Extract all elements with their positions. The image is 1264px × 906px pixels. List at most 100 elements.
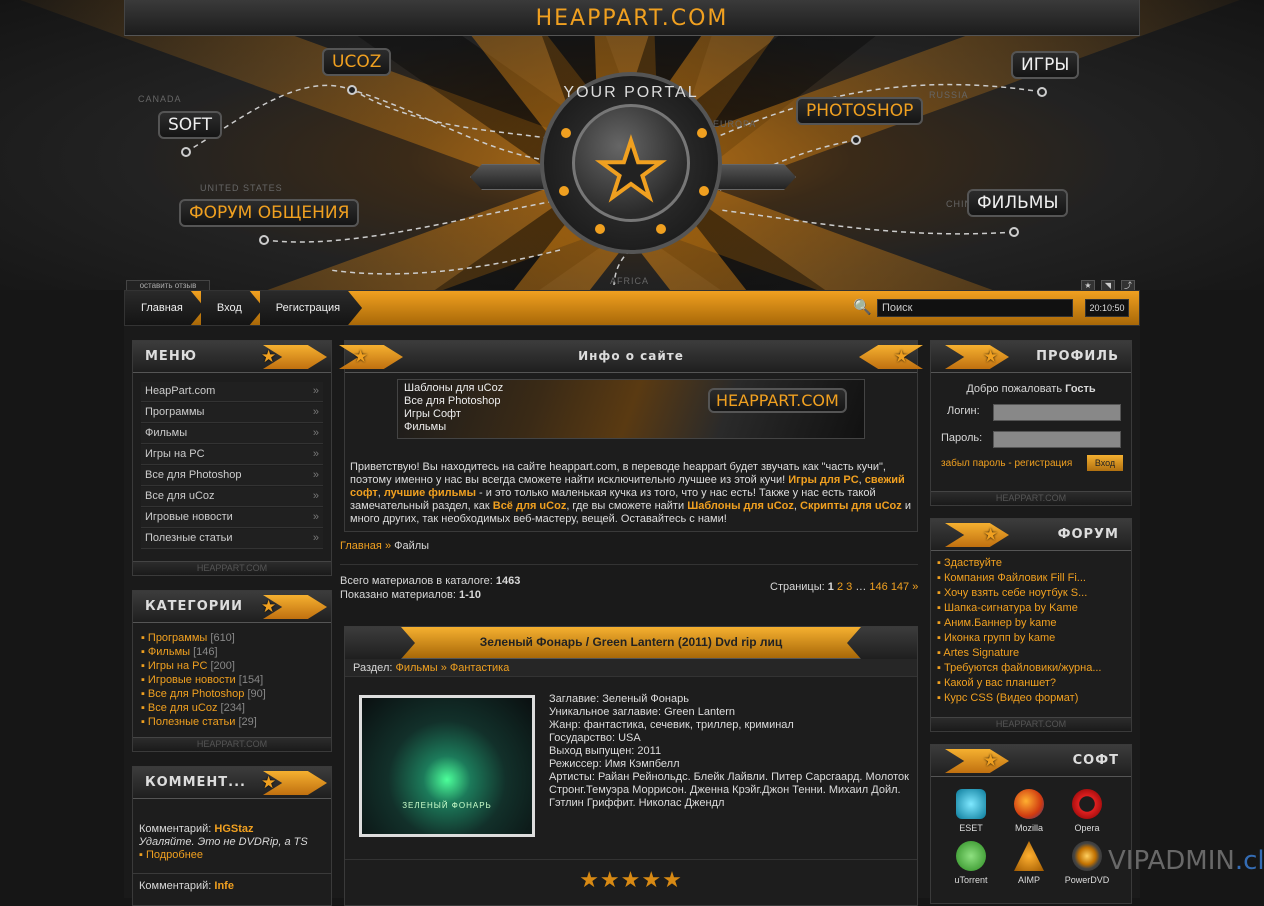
- menu-item[interactable]: Все для Photoshop: [141, 466, 323, 486]
- rating-stars[interactable]: ★★★★★: [345, 867, 917, 893]
- forum-topic[interactable]: ▪ Аним.Баннер by kame: [937, 616, 1125, 631]
- bullet-icon: ▪: [937, 647, 941, 659]
- aimp-icon: [1014, 841, 1044, 871]
- forum-topic[interactable]: ▪ Здаствуйте: [937, 556, 1125, 571]
- categories-block: КАТЕГОРИИ ★ ▪ Программы [610] ▪ Фильмы [14…: [132, 590, 332, 752]
- menu-item[interactable]: Игровые новости: [141, 508, 323, 528]
- site-title[interactable]: HEAPPART.COM: [125, 6, 1139, 31]
- forum-block: ★ ФОРУМ ▪ Здаствуйте ▪ Компания Файловик…: [930, 518, 1132, 732]
- article-details: Заглавие: Зеленый Фонарь Уникальное загл…: [549, 693, 913, 810]
- emblem-dot: [595, 224, 605, 234]
- portal-emblem: YOUR PORTAL ★: [540, 72, 722, 254]
- category-item[interactable]: ▪ Фильмы [146]: [141, 645, 323, 659]
- info-banner[interactable]: Шаблоны для uCoz Все для Photoshop Игры …: [397, 379, 865, 439]
- link-ucoz[interactable]: Всё для uCoz: [493, 500, 567, 512]
- category-item[interactable]: ▪ Полезные статьи [29]: [141, 715, 323, 729]
- categories-title: КАТЕГОРИИ: [145, 599, 244, 614]
- page-link[interactable]: 146: [869, 581, 887, 593]
- menu-item[interactable]: HeapPart.com: [141, 382, 323, 402]
- page-link[interactable]: 2: [837, 581, 843, 593]
- soft-item-aimp[interactable]: AIMP: [1001, 841, 1057, 885]
- site-header: YOUR PORTAL ★ CANADA UNITED STATES EUROP…: [0, 0, 1264, 290]
- profile-block: ★ ПРОФИЛЬ Добро пожаловать Гость Логин: …: [930, 340, 1132, 506]
- pagination: Страницы: 1 2 3 … 146 147 »: [770, 581, 919, 593]
- menu-item[interactable]: Все для uCoz: [141, 487, 323, 507]
- password-input[interactable]: [993, 431, 1121, 448]
- search-input[interactable]: [877, 299, 1073, 317]
- map-label: RUSSIA: [929, 90, 969, 100]
- article-header: Зеленый Фонарь / Green Lantern (2011) Dv…: [345, 627, 917, 659]
- menu-item[interactable]: Игры на PC: [141, 445, 323, 465]
- section-link[interactable]: Фильмы: [395, 662, 437, 674]
- bullet-icon: ▪: [141, 674, 145, 686]
- menu-item[interactable]: Полезные статьи: [141, 529, 323, 549]
- forum-topic[interactable]: ▪ Какой у вас планшет?: [937, 676, 1125, 691]
- soft-item-opera[interactable]: Opera: [1059, 789, 1115, 833]
- forum-topic[interactable]: ▪ Компания Файловик Fill Fi...: [937, 571, 1125, 586]
- nav-home[interactable]: Главная: [125, 291, 205, 325]
- comment-more-link[interactable]: Подробнее: [146, 849, 203, 861]
- comments-block: КОММЕНТ... ★ Комментарий: HGStaz Удаляйт…: [132, 766, 332, 906]
- comment-author[interactable]: HGStaz: [214, 823, 253, 835]
- nav-login[interactable]: Вход: [201, 291, 264, 325]
- menu-item[interactable]: Фильмы: [141, 424, 323, 444]
- password-label: Пароль:: [941, 432, 983, 444]
- detail-line: Жанр: фантастика, сечевик, триллер, крим…: [549, 719, 794, 731]
- clock: 20:10:50: [1085, 299, 1129, 317]
- login-input[interactable]: [993, 404, 1121, 421]
- bullet-icon: ▪: [937, 632, 941, 644]
- section-link[interactable]: Фантастика: [450, 662, 509, 674]
- bubble-films[interactable]: ФИЛЬМЫ: [967, 189, 1069, 217]
- search-icon[interactable]: 🔍: [853, 298, 872, 316]
- comment-item: Комментарий: HGStaz Удаляйте. Это не DVD…: [133, 799, 331, 862]
- bullet-icon: ▪: [141, 632, 145, 644]
- bubble-games[interactable]: ИГРЫ: [1011, 51, 1080, 79]
- firefox-icon: [1014, 789, 1044, 819]
- star-icon: ★: [983, 347, 999, 367]
- bubble-forum[interactable]: ФОРУМ ОБЩЕНИЯ: [179, 199, 360, 227]
- link-ucoz-scripts[interactable]: Скрипты для uCoz: [800, 500, 902, 512]
- menu-item[interactable]: Программы: [141, 403, 323, 423]
- bubble-soft[interactable]: SOFT: [158, 111, 223, 139]
- detail-line: Выход выпущен: 2011: [549, 745, 662, 757]
- forum-topic[interactable]: ▪ Шапка-сигнатура by Kame: [937, 601, 1125, 616]
- profile-title: ПРОФИЛЬ: [1036, 349, 1119, 364]
- soft-item-eset[interactable]: ESET: [943, 789, 999, 833]
- emblem-dot: [699, 186, 709, 196]
- banner-line: Фильмы: [404, 421, 447, 433]
- forum-topic[interactable]: ▪ Artes Signature: [937, 646, 1125, 661]
- breadcrumb-home[interactable]: Главная: [340, 540, 382, 552]
- link-ucoz-templates[interactable]: Шаблоны для uCoz: [687, 500, 794, 512]
- movie-poster[interactable]: ЗЕЛЕНЫЙ ФОНАРЬ: [359, 695, 535, 837]
- category-item[interactable]: ▪ Все для Photoshop [90]: [141, 687, 323, 701]
- comment-author[interactable]: Infe: [214, 880, 234, 892]
- page-link[interactable]: 147: [891, 581, 909, 593]
- login-button[interactable]: Вход: [1087, 455, 1123, 471]
- forgot-register-link[interactable]: забыл пароль - регистрация: [941, 458, 1072, 469]
- bullet-icon: ▪: [141, 660, 145, 672]
- soft-item-mozilla[interactable]: Mozilla: [1001, 789, 1057, 833]
- forum-topic[interactable]: ▪ Иконка групп by kame: [937, 631, 1125, 646]
- soft-item-utorrent[interactable]: uTorrent: [943, 841, 999, 885]
- forum-topic[interactable]: ▪ Требуются файловики/журна...: [937, 661, 1125, 676]
- forum-topic[interactable]: ▪ Хочу взять себе ноутбук S...: [937, 586, 1125, 601]
- link-films[interactable]: лучшие фильмы: [384, 487, 476, 499]
- route-dot: [1037, 87, 1047, 97]
- bubble-photoshop[interactable]: PHOTOSHOP: [796, 97, 924, 125]
- category-item[interactable]: ▪ Игры на PC [200]: [141, 659, 323, 673]
- watermark: VIPADMIN.club: [1108, 846, 1264, 876]
- category-item[interactable]: ▪ Игровые новости [154]: [141, 673, 323, 687]
- article-title[interactable]: Зеленый Фонарь / Green Lantern (2011) Dv…: [345, 635, 917, 649]
- bullet-icon: ▪: [937, 617, 941, 629]
- link-games[interactable]: Игры для PC: [788, 474, 858, 486]
- bullet-icon: ▪: [141, 646, 145, 658]
- soft-item-powerdvd[interactable]: PowerDVD: [1059, 841, 1115, 885]
- category-item[interactable]: ▪ Программы [610]: [141, 631, 323, 645]
- page-link[interactable]: 3: [846, 581, 852, 593]
- nav-register[interactable]: Регистрация: [260, 291, 362, 325]
- page-next[interactable]: »: [912, 581, 918, 593]
- main-nav: Главная Вход Регистрация 🔍 20:10:50: [124, 290, 1140, 326]
- bubble-ucoz[interactable]: UCOZ: [322, 48, 392, 76]
- category-item[interactable]: ▪ Все для uCoz [234]: [141, 701, 323, 715]
- forum-topic[interactable]: ▪ Курс CSS (Видео формат): [937, 691, 1125, 706]
